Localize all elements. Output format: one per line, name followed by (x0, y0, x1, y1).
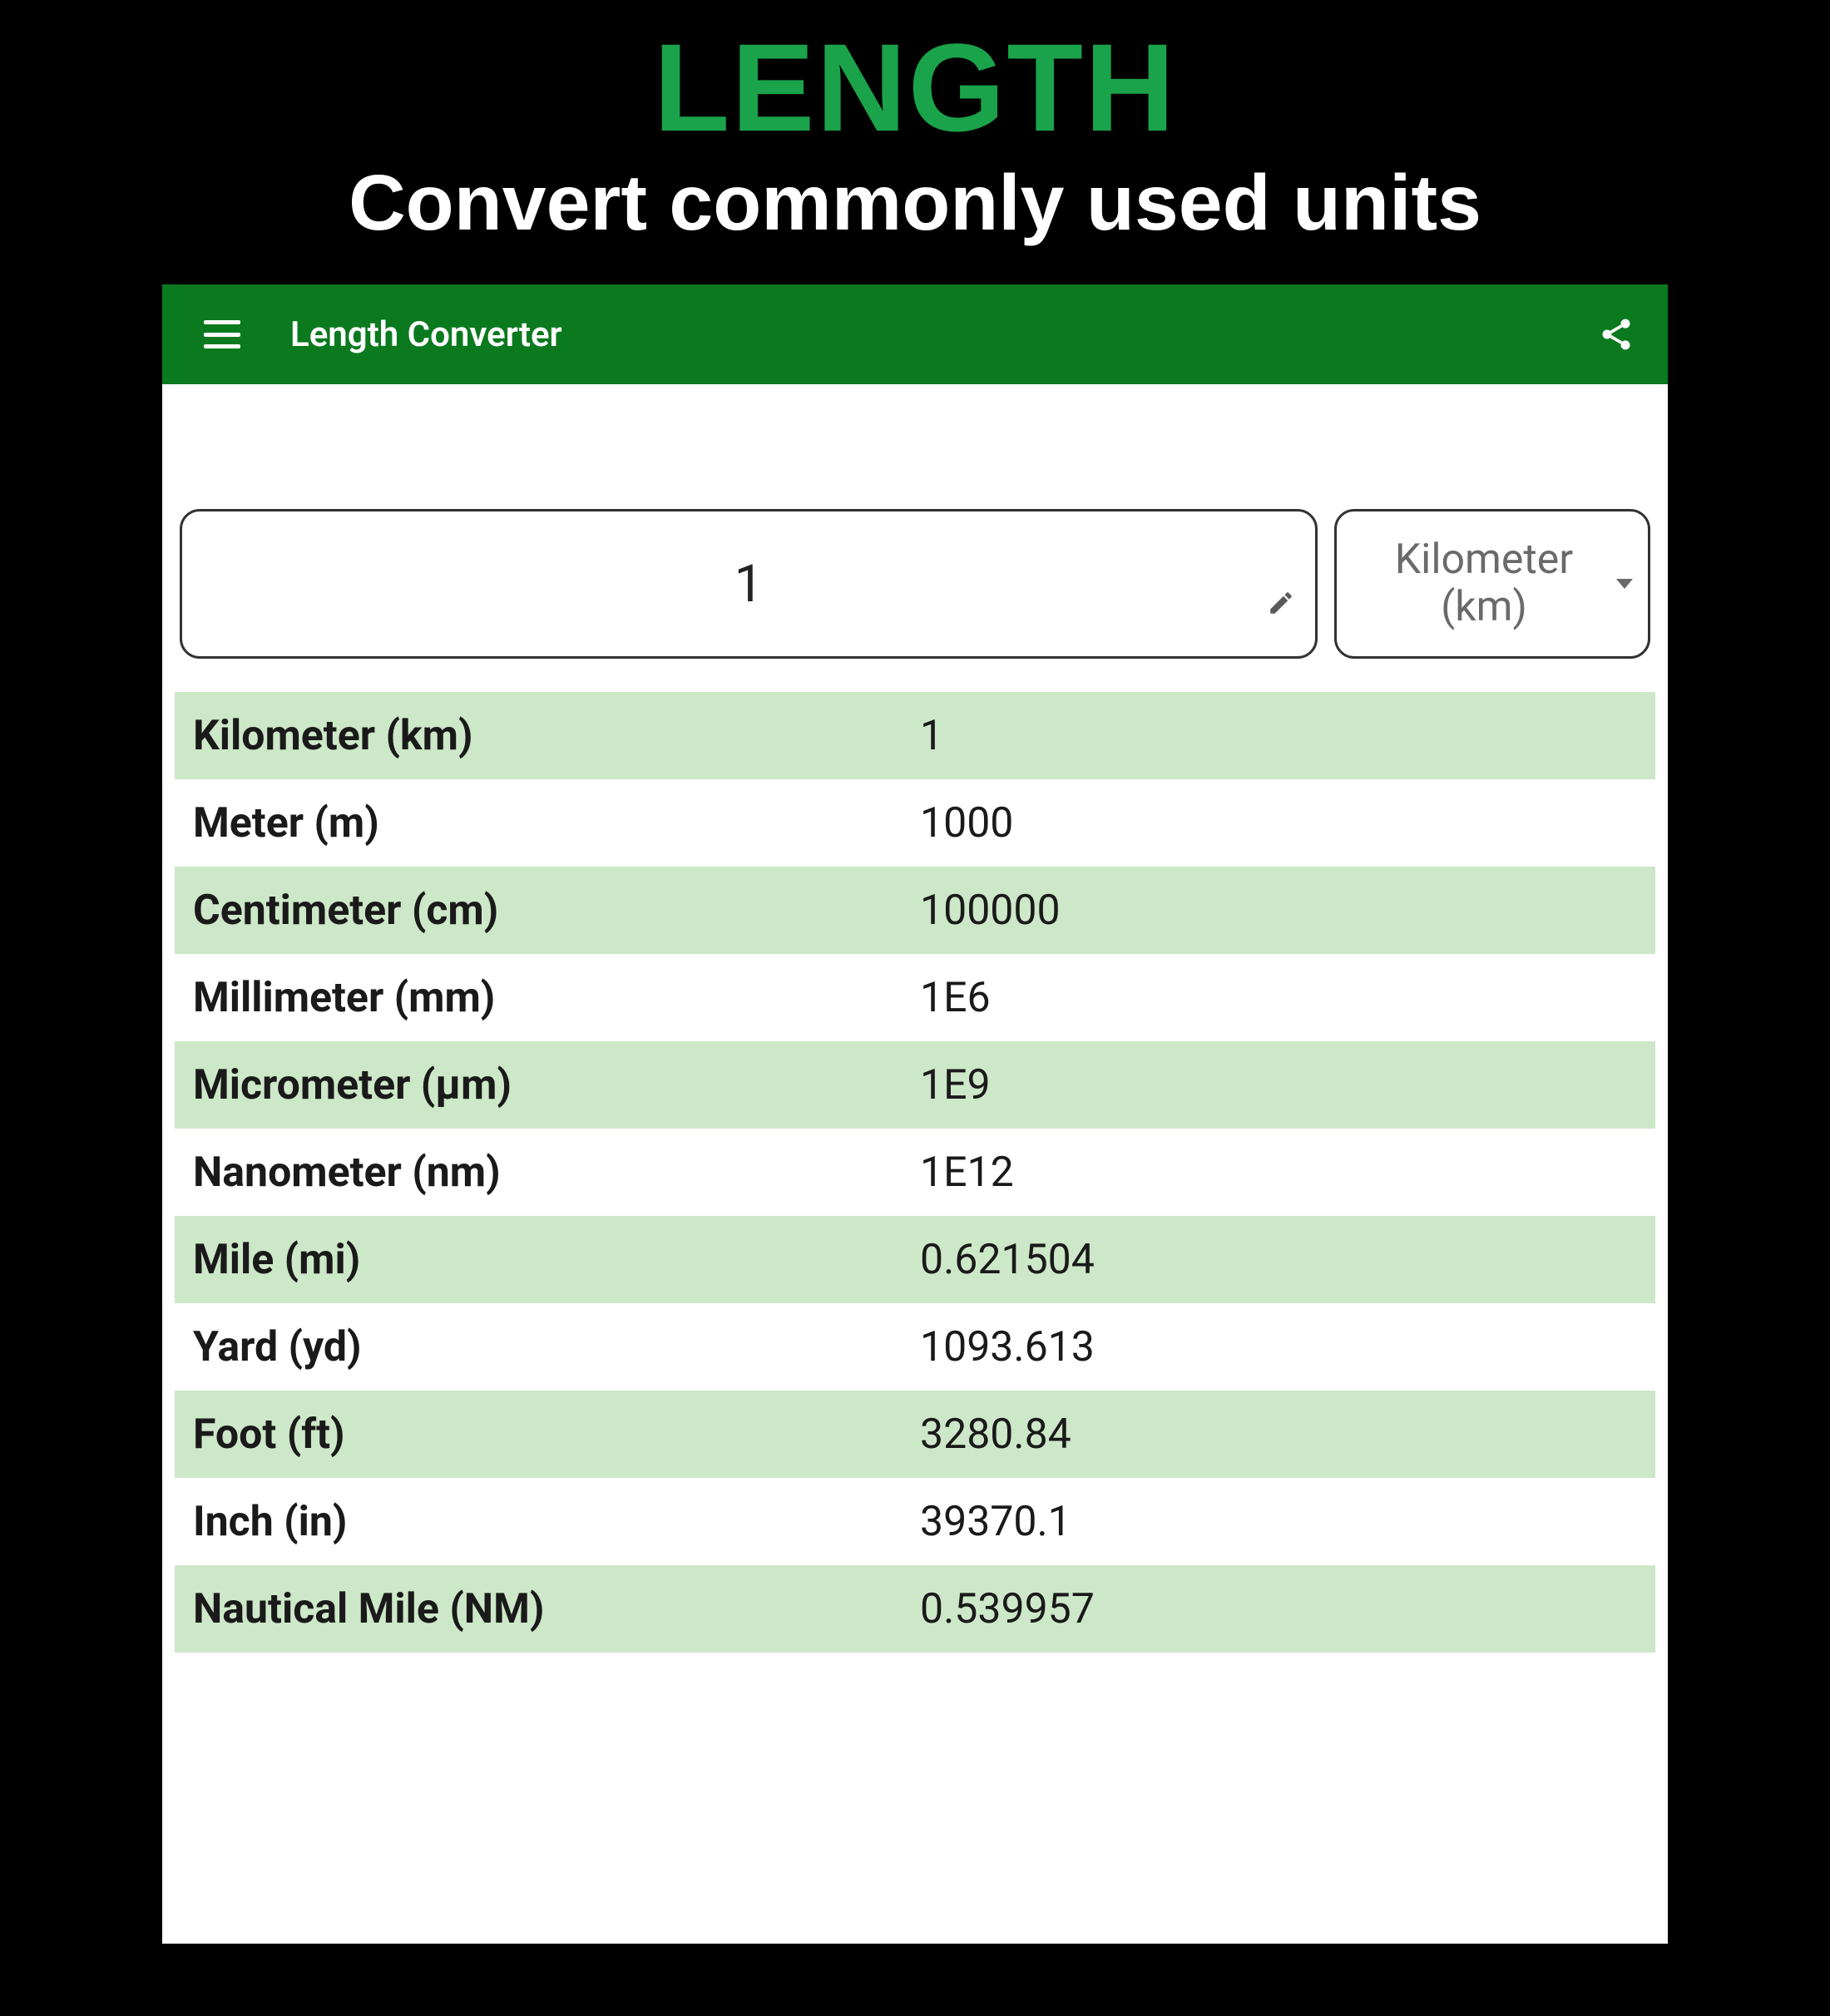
result-value: 1000 (915, 799, 1655, 847)
app-bar-title: Length Converter (290, 314, 562, 355)
result-value: 39370.1 (915, 1498, 1655, 1546)
result-label: Kilometer (km) (175, 712, 915, 760)
result-row: Kilometer (km)1 (175, 692, 1655, 779)
result-row: Millimeter (mm)1E6 (175, 954, 1655, 1041)
result-row: Nanometer (nm)1E12 (175, 1129, 1655, 1216)
result-value: 1E6 (915, 974, 1655, 1022)
result-value: 1 (915, 712, 1655, 760)
chevron-down-icon (1616, 579, 1633, 589)
result-row: Mile (mi)0.621504 (175, 1216, 1655, 1303)
result-row: Foot (ft)3280.84 (175, 1391, 1655, 1478)
hero-title: LENGTH (0, 0, 1830, 150)
result-row: Yard (yd)1093.613 (175, 1303, 1655, 1391)
value-input-text: 1 (734, 554, 764, 615)
value-input[interactable]: 1 (180, 509, 1318, 659)
result-label: Centimeter (cm) (175, 887, 915, 935)
result-label: Mile (mi) (175, 1236, 915, 1284)
unit-select-label: Kilometer (km) (1353, 536, 1615, 632)
hero-subtitle: Convert commonly used units (0, 158, 1830, 249)
edit-pencil-icon (1267, 570, 1295, 598)
result-value: 0.621504 (915, 1236, 1655, 1284)
result-label: Meter (m) (175, 799, 915, 847)
result-value: 100000 (915, 887, 1655, 935)
app-bar: Length Converter (162, 284, 1668, 384)
input-row: 1 Kilometer (km) (175, 509, 1655, 659)
share-icon[interactable] (1598, 316, 1635, 353)
results-list: Kilometer (km)1Meter (m)1000Centimeter (… (175, 692, 1655, 1653)
result-value: 1093.613 (915, 1323, 1655, 1371)
result-label: Yard (yd) (175, 1323, 915, 1371)
device-frame: Length Converter 1 (162, 284, 1668, 1944)
hamburger-menu-icon[interactable] (204, 320, 240, 348)
result-label: Nautical Mile (NM) (175, 1585, 915, 1633)
result-label: Inch (in) (175, 1498, 915, 1546)
result-label: Foot (ft) (175, 1411, 915, 1459)
result-label: Micrometer (µm) (175, 1061, 915, 1109)
result-value: 1E9 (915, 1061, 1655, 1109)
result-value: 1E12 (915, 1149, 1655, 1197)
result-row: Centimeter (cm)100000 (175, 867, 1655, 954)
result-row: Nautical Mile (NM)0.539957 (175, 1565, 1655, 1653)
result-label: Nanometer (nm) (175, 1149, 915, 1197)
result-value: 3280.84 (915, 1411, 1655, 1459)
result-label: Millimeter (mm) (175, 974, 915, 1022)
unit-select[interactable]: Kilometer (km) (1334, 509, 1650, 659)
result-value: 0.539957 (915, 1585, 1655, 1633)
result-row: Meter (m)1000 (175, 779, 1655, 867)
result-row: Inch (in)39370.1 (175, 1478, 1655, 1565)
content-area: 1 Kilometer (km) Kilometer (km)1Meter (m… (162, 384, 1668, 1944)
result-row: Micrometer (µm)1E9 (175, 1041, 1655, 1129)
